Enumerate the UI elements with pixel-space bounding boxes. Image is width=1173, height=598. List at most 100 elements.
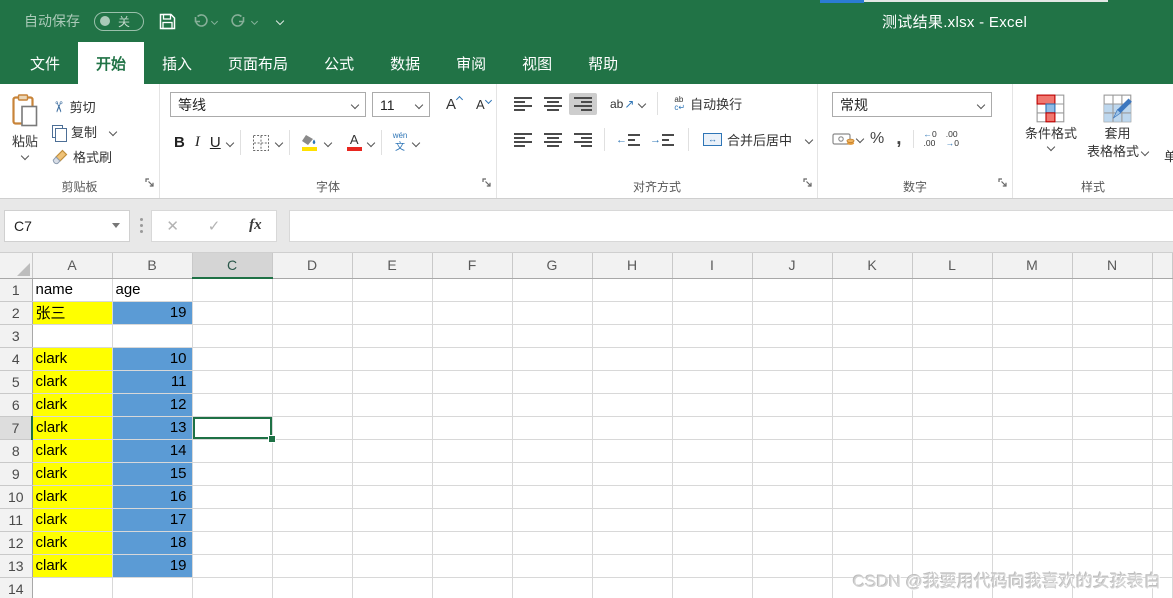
redo-dropdown-icon[interactable] <box>250 17 259 25</box>
cell-I7[interactable] <box>672 416 753 440</box>
font-color-button[interactable]: A <box>343 132 366 153</box>
cell-B12[interactable]: 18 <box>112 531 193 555</box>
cell-J14[interactable] <box>752 577 833 598</box>
name-box-dropdown-icon[interactable] <box>112 223 120 228</box>
cell-D7[interactable] <box>272 416 353 440</box>
font-color-dropdown-icon[interactable] <box>366 138 375 147</box>
cell-C3[interactable] <box>192 324 273 348</box>
grow-font-button[interactable]: A <box>442 95 466 113</box>
cell-G2[interactable] <box>512 301 593 325</box>
cell-J11[interactable] <box>752 508 833 532</box>
cell-E4[interactable] <box>352 347 433 371</box>
cell-A5[interactable]: clark <box>32 370 113 394</box>
underline-button[interactable]: U <box>206 132 225 153</box>
cell-M9[interactable] <box>992 462 1073 486</box>
font-dialog-launcher-icon[interactable] <box>482 175 492 193</box>
cell-F9[interactable] <box>432 462 513 486</box>
cell-E1[interactable] <box>352 278 433 302</box>
cell-H5[interactable] <box>592 370 673 394</box>
cell-C10[interactable] <box>192 485 273 509</box>
row-header-7[interactable]: 7 <box>0 416 33 440</box>
row-header-9[interactable]: 9 <box>0 462 33 486</box>
cut-button[interactable]: ✂ 剪切 <box>49 94 116 119</box>
cell-C9[interactable] <box>192 462 273 486</box>
cell-A12[interactable]: clark <box>32 531 113 555</box>
align-right-button[interactable] <box>569 129 597 151</box>
cell-F13[interactable] <box>432 554 513 578</box>
center-button[interactable] <box>539 129 567 151</box>
cell-D12[interactable] <box>272 531 353 555</box>
cell-K11[interactable] <box>832 508 913 532</box>
increase-indent-button[interactable]: → <box>646 133 678 146</box>
italic-button[interactable]: I <box>191 132 204 153</box>
cell-D5[interactable] <box>272 370 353 394</box>
cell-F3[interactable] <box>432 324 513 348</box>
cell-G14[interactable] <box>512 577 593 598</box>
cell-A2[interactable]: 张三 <box>32 301 113 325</box>
cell-I5[interactable] <box>672 370 753 394</box>
cell-G8[interactable] <box>512 439 593 463</box>
cell-J3[interactable] <box>752 324 833 348</box>
cell-D11[interactable] <box>272 508 353 532</box>
percent-style-button[interactable]: % <box>864 130 890 148</box>
cell-C13[interactable] <box>192 554 273 578</box>
col-header-L[interactable]: L <box>912 253 993 279</box>
cell-partial-7[interactable] <box>1152 416 1173 440</box>
cell-I13[interactable] <box>672 554 753 578</box>
cell-A9[interactable]: clark <box>32 462 113 486</box>
cell-I3[interactable] <box>672 324 753 348</box>
insert-function-icon[interactable]: fx <box>249 217 262 234</box>
cell-M3[interactable] <box>992 324 1073 348</box>
cell-F5[interactable] <box>432 370 513 394</box>
cell-N7[interactable] <box>1072 416 1153 440</box>
cell-M11[interactable] <box>992 508 1073 532</box>
cell-B13[interactable]: 19 <box>112 554 193 578</box>
cell-G13[interactable] <box>512 554 593 578</box>
cell-N14[interactable] <box>1072 577 1153 598</box>
row-header-1[interactable]: 1 <box>0 278 33 302</box>
cell-H1[interactable] <box>592 278 673 302</box>
cell-I12[interactable] <box>672 531 753 555</box>
cell-L7[interactable] <box>912 416 993 440</box>
col-header-D[interactable]: D <box>272 253 353 279</box>
orientation-button[interactable]: ab ↗ <box>607 97 637 111</box>
fill-color-dropdown-icon[interactable] <box>323 138 332 147</box>
cell-B7[interactable]: 13 <box>112 416 193 440</box>
cell-E14[interactable] <box>352 577 433 598</box>
cell-D6[interactable] <box>272 393 353 417</box>
col-header-I[interactable]: I <box>672 253 753 279</box>
cell-styles-button-partial[interactable]: 单 <box>1164 146 1173 165</box>
cell-L2[interactable] <box>912 301 993 325</box>
number-dialog-launcher-icon[interactable] <box>998 175 1008 193</box>
cell-I14[interactable] <box>672 577 753 598</box>
cell-B11[interactable]: 17 <box>112 508 193 532</box>
cell-I11[interactable] <box>672 508 753 532</box>
cell-M7[interactable] <box>992 416 1073 440</box>
col-header-N[interactable]: N <box>1072 253 1153 279</box>
tab-data[interactable]: 数据 <box>372 42 438 84</box>
cell-K12[interactable] <box>832 531 913 555</box>
row-header-2[interactable]: 2 <box>0 301 33 325</box>
cell-H2[interactable] <box>592 301 673 325</box>
cell-A1[interactable]: name <box>32 278 113 302</box>
align-left-button[interactable] <box>509 129 537 151</box>
cell-M14[interactable] <box>992 577 1073 598</box>
cell-C6[interactable] <box>192 393 273 417</box>
cell-D2[interactable] <box>272 301 353 325</box>
cell-F14[interactable] <box>432 577 513 598</box>
conditional-formatting-dropdown-icon[interactable] <box>1046 143 1056 152</box>
cell-D13[interactable] <box>272 554 353 578</box>
tab-view[interactable]: 视图 <box>504 42 570 84</box>
cell-G7[interactable] <box>512 416 593 440</box>
cell-K13[interactable] <box>832 554 913 578</box>
select-all-corner[interactable] <box>0 253 33 279</box>
cell-F6[interactable] <box>432 393 513 417</box>
cancel-icon[interactable]: ✕ <box>166 217 179 235</box>
cell-J4[interactable] <box>752 347 833 371</box>
cell-B4[interactable]: 10 <box>112 347 193 371</box>
cell-H4[interactable] <box>592 347 673 371</box>
cell-L12[interactable] <box>912 531 993 555</box>
cell-N5[interactable] <box>1072 370 1153 394</box>
cell-M13[interactable] <box>992 554 1073 578</box>
cell-C11[interactable] <box>192 508 273 532</box>
